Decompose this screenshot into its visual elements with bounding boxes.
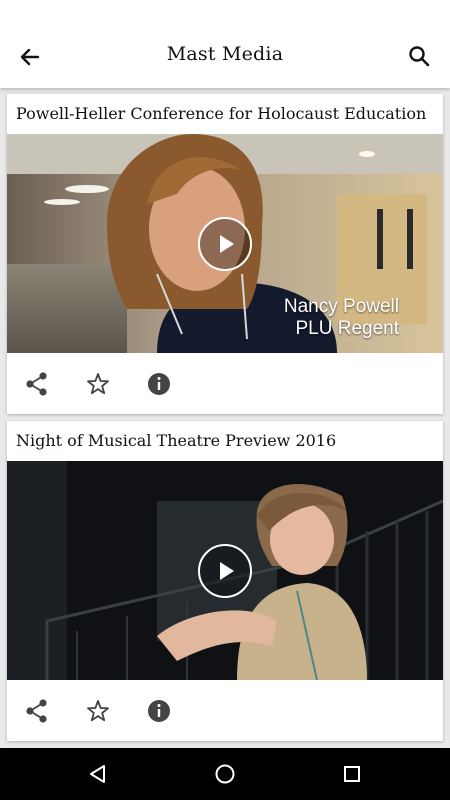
system-nav-bar — [0, 748, 450, 800]
status-bar — [0, 0, 450, 24]
star-outline-icon[interactable] — [85, 371, 111, 397]
caption-role: PLU Regent — [295, 318, 399, 339]
search-icon[interactable] — [404, 42, 434, 72]
card-actions — [7, 353, 443, 414]
video-title[interactable]: Night of Musical Theatre Preview 2016 — [7, 421, 443, 461]
play-icon — [220, 235, 234, 253]
video-card: Night of Musical Theatre Preview 2016 — [7, 421, 443, 741]
info-icon[interactable] — [146, 698, 172, 724]
app-bar: Mast Media — [0, 24, 450, 88]
video-thumbnail[interactable] — [7, 461, 443, 680]
card-actions — [7, 680, 443, 741]
recents-square-icon[interactable] — [340, 762, 364, 786]
page-title: Mast Media — [166, 43, 284, 65]
caption-name: Nancy Powell — [283, 296, 399, 317]
info-icon[interactable] — [146, 371, 172, 397]
video-list[interactable]: Powell-Heller Conference for Holocaust E… — [0, 88, 450, 748]
home-circle-icon[interactable] — [213, 762, 237, 786]
back-triangle-icon[interactable] — [86, 762, 110, 786]
play-button[interactable] — [198, 544, 252, 598]
video-thumbnail[interactable]: Nancy Powell PLU Regent — [7, 134, 443, 353]
play-button[interactable] — [198, 217, 252, 271]
video-card: Powell-Heller Conference for Holocaust E… — [7, 94, 443, 414]
star-outline-icon[interactable] — [85, 698, 111, 724]
video-caption: Nancy Powell PLU Regent — [284, 296, 399, 340]
video-title[interactable]: Powell-Heller Conference for Holocaust E… — [7, 94, 443, 134]
share-icon[interactable] — [24, 698, 50, 724]
play-icon — [220, 562, 234, 580]
share-icon[interactable] — [24, 371, 50, 397]
